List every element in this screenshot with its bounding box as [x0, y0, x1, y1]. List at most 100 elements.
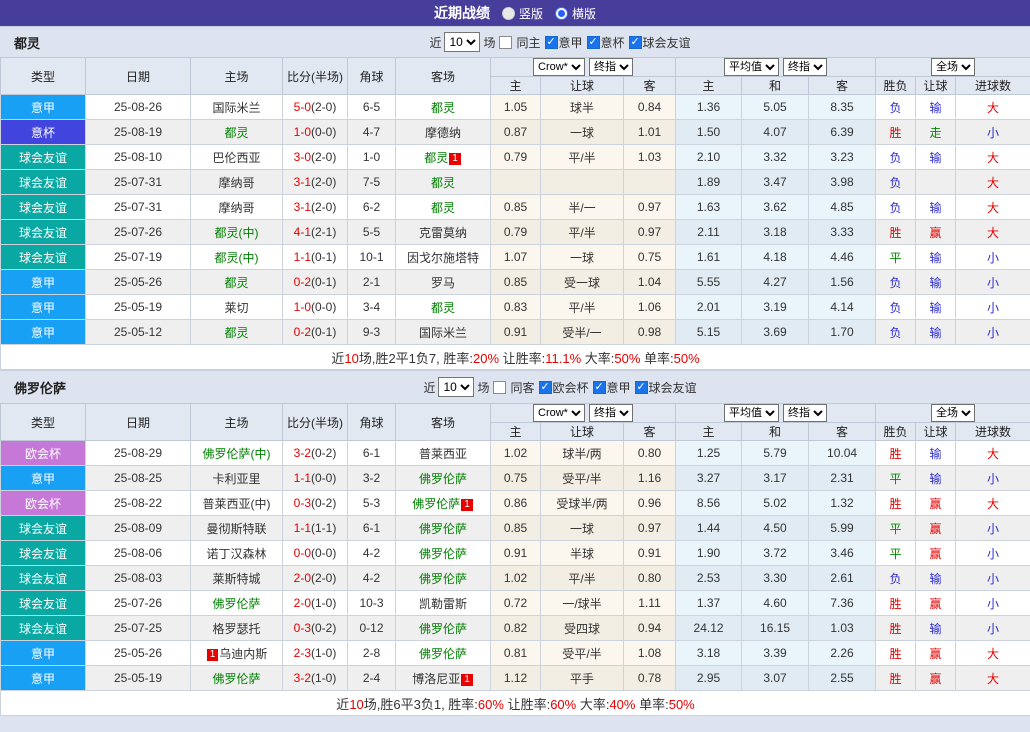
team-link[interactable]: 佛罗伦萨	[419, 522, 467, 536]
home-team-cell: 摩纳哥	[191, 170, 283, 195]
away-team-cell: 佛罗伦萨	[396, 566, 491, 591]
corners-cell: 6-5	[348, 95, 396, 120]
recent-count-select[interactable]: 10	[444, 32, 480, 52]
team-link[interactable]: 普莱西亚(中)	[203, 497, 271, 511]
team-link[interactable]: 佛罗伦萨	[419, 647, 467, 661]
match-row: 欧会杯25-08-22普莱西亚(中)0-3(0-2)5-3佛罗伦萨10.86受球…	[1, 491, 1030, 516]
league-checkbox[interactable]	[629, 36, 642, 49]
team-link[interactable]: 凯勒雷斯	[419, 597, 467, 611]
league-checkbox[interactable]	[587, 36, 600, 49]
league-checkbox[interactable]	[593, 381, 606, 394]
team-link[interactable]: 普莱西亚	[419, 447, 467, 461]
team-link[interactable]: 佛罗伦萨	[419, 622, 467, 636]
handicap-home-odds-cell: 1.12	[491, 666, 541, 691]
handicap-away-odds-cell: 1.03	[624, 145, 676, 170]
league-type-cell: 意甲	[1, 320, 86, 345]
odds-company-select[interactable]: Crow*	[533, 404, 585, 422]
team-link[interactable]: 因戈尔施塔特	[407, 251, 479, 265]
average-stage-select[interactable]: 终指	[783, 58, 827, 76]
team-link[interactable]: 都灵	[431, 101, 455, 115]
subcol-handicap-home: 主	[491, 77, 541, 95]
away-team-cell: 博洛尼亚1	[396, 666, 491, 691]
table-header: 类型 日期 主场 比分(半场) 角球 客场 Crow*终指 平均值终指 全场 主…	[1, 404, 1030, 441]
team-link[interactable]: 摩德纳	[425, 126, 461, 140]
summary-stat-value: 50%	[674, 351, 700, 366]
same-venue-checkbox[interactable]	[499, 36, 512, 49]
team-link[interactable]: 佛罗伦萨	[212, 672, 260, 686]
average-select[interactable]: 平均值	[724, 404, 779, 422]
radio-unselected-icon[interactable]	[502, 7, 515, 20]
halftime-score: (2-0)	[311, 175, 336, 189]
team-link[interactable]: 都灵(中)	[215, 226, 259, 240]
home-team-cell: 莱斯特城	[191, 566, 283, 591]
team-link[interactable]: 都灵	[224, 326, 248, 340]
handicap-line-cell: 平/半	[541, 566, 624, 591]
avg-home-odds-cell: 5.55	[676, 270, 742, 295]
odds-company-select[interactable]: Crow*	[533, 58, 585, 76]
team-link[interactable]: 克雷莫纳	[419, 226, 467, 240]
league-filter[interactable]: 意甲	[592, 379, 631, 396]
vertical-layout-radio[interactable]: 竖版	[502, 5, 543, 22]
team-link[interactable]: 都灵	[431, 301, 455, 315]
team-link[interactable]: 佛罗伦萨	[419, 572, 467, 586]
avg-home-odds-cell: 2.01	[676, 295, 742, 320]
filter-bar: 近 10 场 同主 意甲 意杯 球会友谊	[429, 32, 690, 52]
avg-draw-odds-cell: 3.18	[742, 220, 809, 245]
same-venue-checkbox[interactable]	[493, 381, 506, 394]
league-filter[interactable]: 球会友谊	[628, 34, 691, 51]
team-link[interactable]: 国际米兰	[212, 101, 260, 115]
odds-stage-select[interactable]: 终指	[589, 58, 633, 76]
league-checkbox[interactable]	[545, 36, 558, 49]
team-link[interactable]: 佛罗伦萨	[412, 497, 460, 511]
team-link[interactable]: 巴伦西亚	[212, 151, 260, 165]
team-link[interactable]: 博洛尼亚	[412, 672, 460, 686]
odds-stage-select[interactable]: 终指	[589, 404, 633, 422]
handicap-line-cell: 球半	[541, 95, 624, 120]
team-link[interactable]: 都灵	[431, 201, 455, 215]
col-header-away: 客场	[396, 58, 491, 95]
fulltime-select[interactable]: 全场	[931, 404, 975, 422]
team-link[interactable]: 都灵(中)	[215, 251, 259, 265]
team-link[interactable]: 莱斯特城	[212, 572, 260, 586]
team-link[interactable]: 国际米兰	[419, 326, 467, 340]
team-link[interactable]: 摩纳哥	[218, 176, 254, 190]
team-link[interactable]: 佛罗伦萨(中)	[203, 447, 271, 461]
team-link[interactable]: 都灵	[224, 276, 248, 290]
handicap-away-odds-cell: 0.75	[624, 245, 676, 270]
team-link[interactable]: 佛罗伦萨	[419, 547, 467, 561]
team-link[interactable]: 摩纳哥	[218, 201, 254, 215]
team-link[interactable]: 都灵	[424, 151, 448, 165]
radio-selected-icon[interactable]	[555, 7, 568, 20]
league-checkbox[interactable]	[635, 381, 648, 394]
team-link[interactable]: 佛罗伦萨	[212, 597, 260, 611]
league-filter[interactable]: 欧会杯	[538, 379, 589, 396]
team-link[interactable]: 都灵	[224, 126, 248, 140]
avg-draw-odds-cell: 4.27	[742, 270, 809, 295]
team-link[interactable]: 佛罗伦萨	[419, 472, 467, 486]
league-filter[interactable]: 意甲	[544, 34, 583, 51]
recent-count-select[interactable]: 10	[438, 377, 474, 397]
league-filter[interactable]: 意杯	[586, 34, 625, 51]
league-type-cell: 球会友谊	[1, 616, 86, 641]
away-team-cell: 佛罗伦萨	[396, 516, 491, 541]
avg-away-odds-cell: 1.56	[809, 270, 876, 295]
fulltime-score: 0-0	[294, 546, 311, 560]
team-link[interactable]: 罗马	[431, 276, 455, 290]
horizontal-layout-radio[interactable]: 横版	[555, 5, 596, 22]
team-link[interactable]: 诺丁汉森林	[206, 547, 266, 561]
average-stage-select[interactable]: 终指	[783, 404, 827, 422]
team-link[interactable]: 乌迪内斯	[219, 647, 267, 661]
team-link[interactable]: 曼彻斯特联	[206, 522, 266, 536]
fulltime-select[interactable]: 全场	[931, 58, 975, 76]
avg-home-odds-cell: 3.27	[676, 466, 742, 491]
handicap-home-odds-cell: 0.85	[491, 270, 541, 295]
match-row: 球会友谊25-07-26都灵(中)4-1(2-1)5-5克雷莫纳0.79平/半0…	[1, 220, 1030, 245]
team-link[interactable]: 都灵	[431, 176, 455, 190]
league-checkbox[interactable]	[539, 381, 552, 394]
average-select[interactable]: 平均值	[724, 58, 779, 76]
result-wdl-cell: 负	[876, 95, 916, 120]
team-link[interactable]: 格罗瑟托	[212, 622, 260, 636]
team-link[interactable]: 莱切	[224, 301, 248, 315]
league-filter[interactable]: 球会友谊	[634, 379, 697, 396]
team-link[interactable]: 卡利亚里	[212, 472, 260, 486]
